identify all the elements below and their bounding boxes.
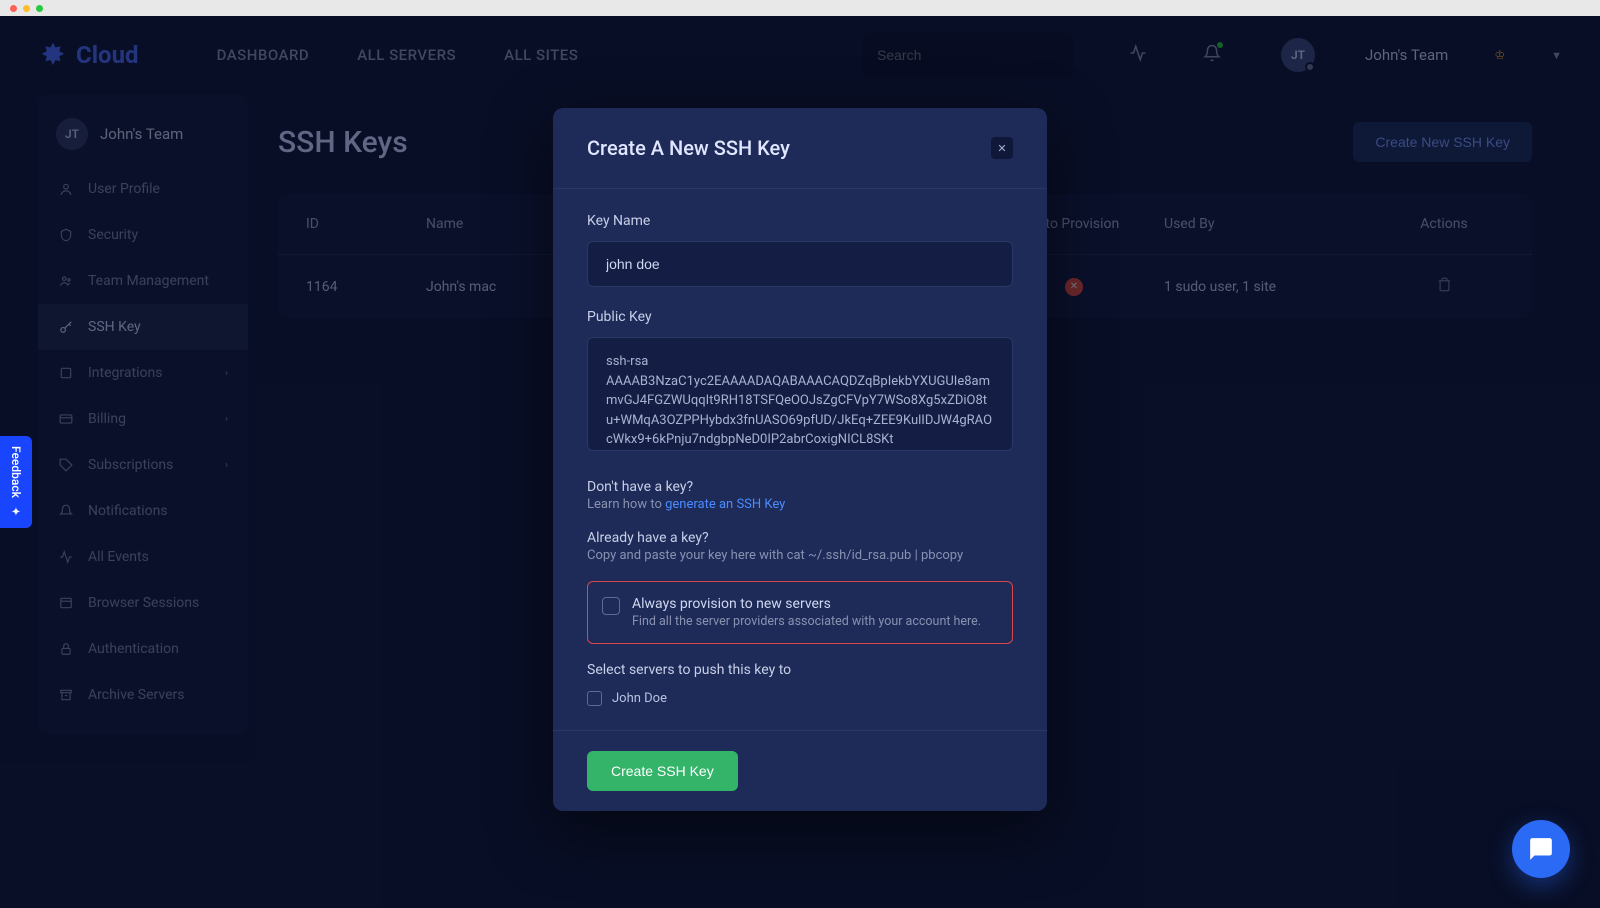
nav-servers[interactable]: ALL SERVERS [357,46,456,64]
mac-max-dot[interactable] [36,5,43,12]
provision-highlight-box: Always provision to new servers Find all… [587,581,1013,644]
sidebar-item-user-profile[interactable]: User Profile [38,166,248,212]
cell-used: 1 sudo user, 1 site [1164,279,1384,295]
sidebar-item-security[interactable]: Security [38,212,248,258]
bell-icon [58,504,74,518]
mac-min-dot[interactable] [23,5,30,12]
sidebar-item-label: Authentication [88,641,179,657]
user-icon [58,182,74,196]
sidebar-item-integrations[interactable]: Integrations › [38,350,248,396]
activity-icon[interactable] [1129,44,1147,66]
sidebar-item-label: User Profile [88,181,160,197]
nav-dashboard[interactable]: DASHBOARD [217,46,310,64]
provision-label: Always provision to new servers [632,596,981,612]
team-name[interactable]: John's Team [1365,46,1448,64]
mac-titlebar [0,0,1600,16]
col-used: Used By [1164,216,1384,232]
col-actions: Actions [1384,216,1504,232]
avatar[interactable]: JT [1281,38,1315,72]
sidebar-avatar: JT [56,118,88,150]
chevron-right-icon: › [225,368,228,379]
already-have-key-sub: Copy and paste your key here with cat ~/… [587,548,1013,563]
chevron-right-icon: › [225,460,228,471]
sidebar: JT John's Team User Profile Security Team … [38,94,248,734]
sidebar-item-notifications[interactable]: Notifications [38,488,248,534]
provision-checkbox[interactable] [602,597,620,615]
sidebar-item-label: Archive Servers [88,687,184,703]
chevron-right-icon: › [225,414,228,425]
card-icon [58,412,74,426]
crown-icon: ♔ [1494,48,1505,62]
sidebar-item-archive-servers[interactable]: Archive Servers [38,672,248,718]
sidebar-team-name: John's Team [100,125,183,143]
nav-sites[interactable]: ALL SITES [504,46,578,64]
logo[interactable]: Cloud [38,40,139,70]
cell-id: 1164 [306,279,426,295]
sidebar-item-ssh-key[interactable]: SSH Key [38,304,248,350]
chevron-down-icon[interactable]: ▼ [1551,49,1562,62]
dont-have-key-title: Don't have a key? [587,479,1013,495]
shield-icon [58,228,74,242]
sidebar-item-team-management[interactable]: Team Management [38,258,248,304]
sidebar-item-authentication[interactable]: Authentication [38,626,248,672]
lock-icon [58,642,74,656]
sidebar-item-label: Integrations [88,365,162,381]
sidebar-item-label: SSH Key [88,319,141,335]
chat-icon [1528,836,1554,862]
sidebar-item-browser-sessions[interactable]: Browser Sessions [38,580,248,626]
team-icon [58,274,74,288]
generate-key-link[interactable]: generate an SSH Key [665,497,785,512]
archive-icon [58,688,74,702]
page-title: SSH Keys [278,125,408,160]
pulse-icon [58,550,74,564]
notification-badge [1217,42,1223,48]
key-icon [58,320,74,334]
sidebar-item-subscriptions[interactable]: Subscriptions › [38,442,248,488]
bell-icon[interactable] [1203,44,1221,66]
sidebar-item-billing[interactable]: Billing › [38,396,248,442]
create-ssh-key-modal: Create A New SSH Key ✕ Key Name Public K… [553,108,1047,811]
sidebar-item-label: Notifications [88,503,168,519]
sidebar-team[interactable]: JT John's Team [38,110,248,166]
sidebar-item-label: Browser Sessions [88,595,199,611]
browser-icon [58,596,74,610]
public-key-label: Public Key [587,309,1013,325]
key-name-input[interactable] [587,241,1013,287]
puzzle-icon [58,366,74,380]
auto-provision-off-icon: ✕ [1065,278,1083,296]
create-ssh-key-submit-button[interactable]: Create SSH Key [587,751,738,791]
mac-close-dot[interactable] [10,5,17,12]
sidebar-item-label: Team Management [88,273,209,289]
sidebar-item-label: Subscriptions [88,457,173,473]
feedback-label: Feedback [9,446,23,498]
server-checkbox[interactable] [587,691,602,706]
sidebar-item-label: Billing [88,411,126,427]
chat-fab[interactable] [1512,820,1570,878]
provision-sub: Find all the server providers associated… [632,614,981,629]
logo-text: Cloud [76,41,139,69]
search-box[interactable] [863,33,1073,77]
search-icon [1058,47,1059,63]
close-icon[interactable]: ✕ [991,137,1013,159]
create-ssh-key-button[interactable]: Create New SSH Key [1353,122,1532,162]
sidebar-item-label: Security [88,227,138,243]
tag-icon [58,458,74,472]
modal-title: Create A New SSH Key [587,136,790,160]
logo-icon [38,40,68,70]
key-name-label: Key Name [587,213,1013,229]
public-key-textarea[interactable] [587,337,1013,451]
avatar-status-dot [1305,62,1315,72]
col-id: ID [306,216,426,232]
select-servers-label: Select servers to push this key to [587,662,1013,678]
topbar: Cloud DASHBOARD ALL SERVERS ALL SITES JT… [0,16,1600,94]
server-option-label: John Doe [612,691,667,706]
sidebar-item-all-events[interactable]: All Events [38,534,248,580]
feedback-tab[interactable]: ✦ Feedback [0,436,32,528]
search-input[interactable] [877,47,1058,63]
sidebar-item-label: All Events [88,549,149,565]
trash-icon[interactable] [1384,277,1504,296]
already-have-key-title: Already have a key? [587,530,1013,546]
